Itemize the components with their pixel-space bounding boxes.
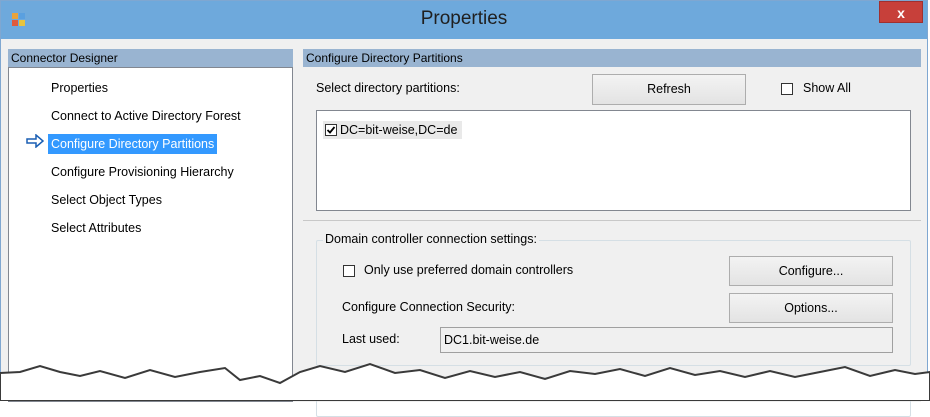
nav-item-provisioning-hierarchy[interactable]: Configure Provisioning Hierarchy <box>51 162 234 182</box>
preferred-dc-checkbox[interactable] <box>343 265 355 277</box>
last-used-field[interactable]: DC1.bit-weise.de <box>440 327 893 353</box>
options-button[interactable]: Options... <box>729 293 893 323</box>
window-title: Properties <box>420 8 508 29</box>
select-partitions-label: Select directory partitions: <box>316 81 460 95</box>
partitions-panel: Select directory partitions: Refresh Sho… <box>303 67 921 417</box>
properties-window: Properties x Connector Designer Properti… <box>0 0 928 417</box>
credentials-group: Credentials: <box>316 369 911 417</box>
nav-item-properties[interactable]: Properties <box>51 78 108 98</box>
show-all-checkbox[interactable] <box>781 83 793 95</box>
nav-item-connect-forest[interactable]: Connect to Active Directory Forest <box>51 106 241 126</box>
checkmark-icon <box>326 126 336 134</box>
connection-security-label: Configure Connection Security: <box>342 300 516 314</box>
partition-label: DC=bit-weise,DC=de <box>340 123 458 137</box>
preferred-dc-label: Only use preferred domain controllers <box>364 263 574 277</box>
partitions-list[interactable]: DC=bit-weise,DC=de <box>316 110 911 211</box>
configure-button[interactable]: Configure... <box>729 256 893 286</box>
dialog-content: Connector Designer Properties Connect to… <box>8 49 921 417</box>
left-pane-header: Connector Designer <box>8 49 293 67</box>
title-bar[interactable]: Properties x <box>1 1 927 39</box>
nav-list: Properties Connect to Active Directory F… <box>8 67 293 402</box>
dc-settings-group: Domain controller connection settings: O… <box>316 232 911 366</box>
selected-arrow-icon <box>26 134 44 148</box>
nav-item-configure-partitions[interactable]: Configure Directory Partitions <box>48 134 218 154</box>
dc-settings-title: Domain controller connection settings: <box>323 232 539 246</box>
partition-checkbox[interactable] <box>325 124 337 136</box>
close-button[interactable]: x <box>879 1 923 23</box>
show-all-label: Show All <box>803 81 851 95</box>
last-used-label: Last used: <box>342 332 400 346</box>
right-pane-header: Configure Directory Partitions <box>303 49 921 67</box>
credentials-title: Credentials: <box>319 369 390 383</box>
nav-item-object-types[interactable]: Select Object Types <box>51 190 162 210</box>
nav-item-attributes[interactable]: Select Attributes <box>51 218 141 238</box>
refresh-button[interactable]: Refresh <box>592 74 746 105</box>
partition-item[interactable]: DC=bit-weise,DC=de <box>323 121 463 139</box>
divider <box>303 220 921 221</box>
